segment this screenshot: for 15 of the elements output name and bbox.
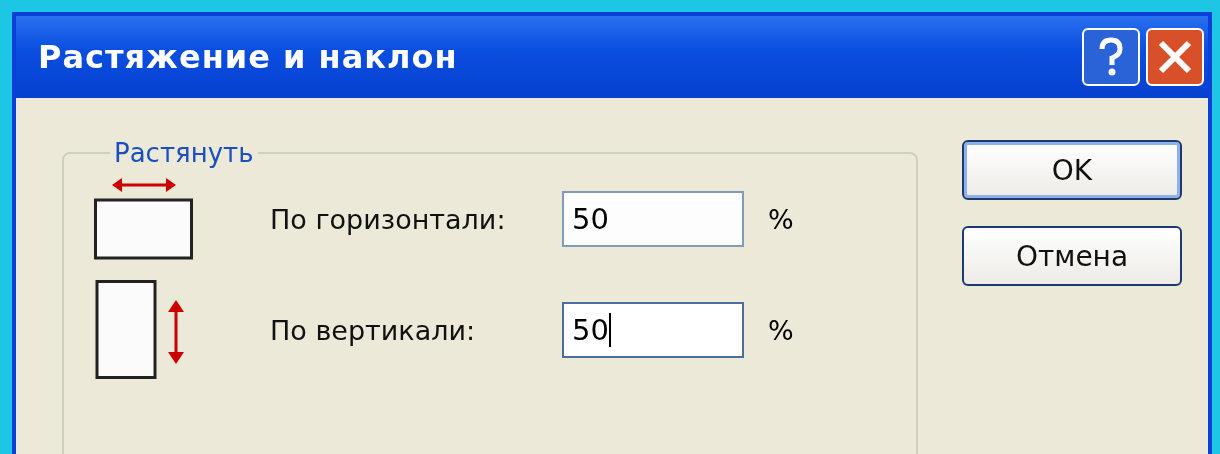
question-mark-icon: [1098, 37, 1124, 77]
input-field[interactable]: 50: [562, 302, 744, 358]
unit-label: %: [768, 203, 795, 235]
field-label: По горизонтали:: [270, 203, 507, 235]
dialog-button[interactable]: Отмена: [962, 226, 1182, 286]
close-icon: [1157, 39, 1193, 75]
unit-label: %: [768, 314, 795, 346]
input-field[interactable]: 50: [562, 191, 744, 247]
group-legend: Растянуть: [110, 138, 258, 168]
help-button[interactable]: [1082, 28, 1140, 86]
close-button[interactable]: [1146, 28, 1204, 86]
field-label: По вертикали:: [270, 314, 477, 346]
dialog-button[interactable]: OK: [962, 140, 1182, 200]
window-title: Растяжение и наклон: [38, 38, 458, 76]
horizontal-stretch-icon: [94, 178, 194, 260]
